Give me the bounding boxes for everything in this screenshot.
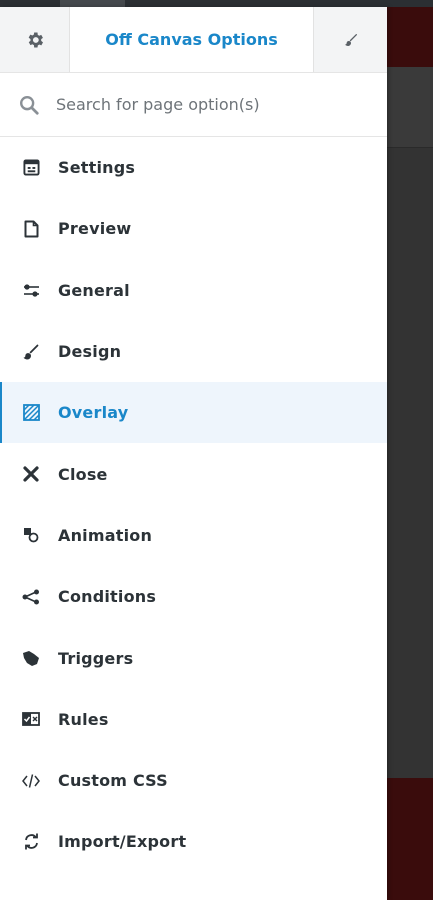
rules-checkbox-icon <box>22 710 40 728</box>
menu-item-overlay[interactable]: Overlay <box>0 382 387 444</box>
menu-item-preview[interactable]: Preview <box>0 198 387 259</box>
menu-item-triggers[interactable]: Triggers <box>0 627 387 688</box>
paint-brush-icon <box>22 343 40 361</box>
menu-item-conditions[interactable]: Conditions <box>0 566 387 627</box>
menu-item-label: Settings <box>58 158 136 178</box>
menu-item-label: Custom CSS <box>58 771 168 791</box>
background-admin-tab <box>60 0 125 7</box>
search-input[interactable] <box>56 95 356 114</box>
panel-title: Off Canvas Options <box>105 30 278 49</box>
options-menu: Settings Preview General Design Overlay <box>0 137 387 873</box>
settings-panel-icon <box>22 159 40 177</box>
code-icon <box>22 772 40 790</box>
menu-item-label: Close <box>58 464 108 484</box>
option-search-bar <box>0 73 387 137</box>
sliders-icon <box>22 281 40 299</box>
menu-item-rules[interactable]: Rules <box>0 689 387 750</box>
search-icon <box>20 95 39 115</box>
background-page-content <box>387 148 433 778</box>
menu-item-label: General <box>58 280 130 300</box>
background-sub-header <box>387 67 433 148</box>
background-admin-bar <box>0 0 433 7</box>
menu-item-label: Design <box>58 342 122 362</box>
menu-item-label: Overlay <box>58 403 129 423</box>
background-site-header <box>387 7 433 67</box>
menu-item-animation[interactable]: Animation <box>0 505 387 566</box>
settings-gear-button[interactable] <box>0 7 70 72</box>
overlay-hatch-icon <box>22 404 40 422</box>
close-icon <box>22 465 40 483</box>
menu-item-label: Triggers <box>58 648 134 668</box>
menu-item-label: Animation <box>58 525 153 545</box>
background-site-footer <box>387 778 433 900</box>
menu-item-settings[interactable]: Settings <box>0 137 387 198</box>
animation-shapes-icon <box>22 526 40 544</box>
gear-icon <box>28 32 43 47</box>
menu-item-general[interactable]: General <box>0 260 387 321</box>
menu-item-import-export[interactable]: Import/Export <box>0 811 387 872</box>
menu-item-design[interactable]: Design <box>0 321 387 382</box>
menu-item-label: Import/Export <box>58 832 187 852</box>
menu-item-close[interactable]: Close <box>0 443 387 504</box>
sync-arrows-icon <box>22 833 40 851</box>
menu-item-custom-css[interactable]: Custom CSS <box>0 750 387 811</box>
conditions-branch-icon <box>22 588 40 606</box>
document-icon <box>22 220 40 238</box>
panel-header: Off Canvas Options <box>0 7 387 73</box>
off-canvas-options-panel: Off Canvas Options Settings Preview <box>0 7 387 900</box>
brush-icon <box>344 33 357 46</box>
menu-item-label: Preview <box>58 219 132 239</box>
menu-item-label: Conditions <box>58 587 157 607</box>
design-brush-button[interactable] <box>313 7 387 72</box>
menu-item-label: Rules <box>58 709 109 729</box>
pointer-hand-icon <box>22 649 40 667</box>
